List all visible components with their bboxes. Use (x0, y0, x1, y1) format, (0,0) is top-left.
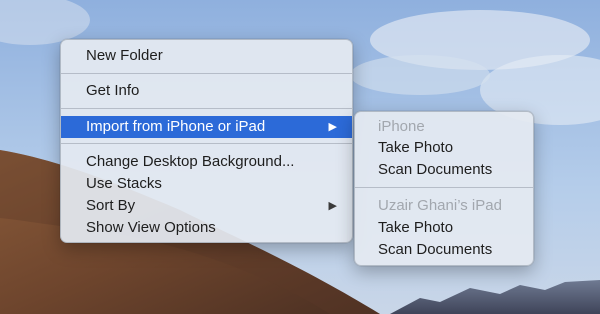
menu-item-label: Get Info (86, 82, 140, 99)
submenu-item-ipad-scan-documents[interactable]: Scan Documents (355, 239, 533, 261)
menu-separator (61, 143, 352, 144)
desktop-context-menu: New Folder Get Info Import from iPhone o… (60, 39, 353, 243)
menu-item-label: Change Desktop Background... (86, 153, 295, 170)
menu-separator (355, 187, 533, 188)
submenu-header-ipad: Uzair Ghani’s iPad (355, 195, 533, 217)
menu-item-label: New Folder (86, 47, 163, 64)
menu-item-use-stacks[interactable]: Use Stacks (61, 173, 352, 195)
menu-item-label: Use Stacks (86, 175, 162, 192)
menu-item-new-folder[interactable]: New Folder (61, 45, 352, 67)
import-submenu: iPhone Take Photo Scan Documents Uzair G… (354, 111, 534, 266)
menu-separator (61, 108, 352, 109)
submenu-item-iphone-take-photo[interactable]: Take Photo (355, 137, 533, 159)
menu-item-show-view-options[interactable]: Show View Options (61, 217, 352, 239)
menu-separator (61, 73, 352, 74)
menu-item-change-desktop-background[interactable]: Change Desktop Background... (61, 151, 352, 173)
device-name: Uzair Ghani’s iPad (378, 197, 502, 214)
submenu-header-iphone: iPhone (355, 116, 533, 138)
menu-item-get-info[interactable]: Get Info (61, 80, 352, 102)
menu-item-label: Show View Options (86, 219, 216, 236)
submenu-arrow-icon: ▶ (328, 200, 337, 212)
menu-item-label: Take Photo (378, 219, 454, 236)
menu-item-label: Scan Documents (378, 241, 493, 258)
menu-item-label: Import from iPhone or iPad (86, 118, 266, 135)
menu-item-import-from-iphone-or-ipad[interactable]: Import from iPhone or iPad ▶ (61, 116, 352, 138)
device-name: iPhone (378, 118, 425, 135)
submenu-arrow-icon: ▶ (328, 121, 337, 133)
menu-item-sort-by[interactable]: Sort By ▶ (61, 195, 352, 217)
menu-item-label: Sort By (86, 197, 136, 214)
submenu-item-iphone-scan-documents[interactable]: Scan Documents (355, 159, 533, 181)
menu-item-label: Take Photo (378, 139, 454, 156)
submenu-item-ipad-take-photo[interactable]: Take Photo (355, 217, 533, 239)
menu-item-label: Scan Documents (378, 161, 493, 178)
